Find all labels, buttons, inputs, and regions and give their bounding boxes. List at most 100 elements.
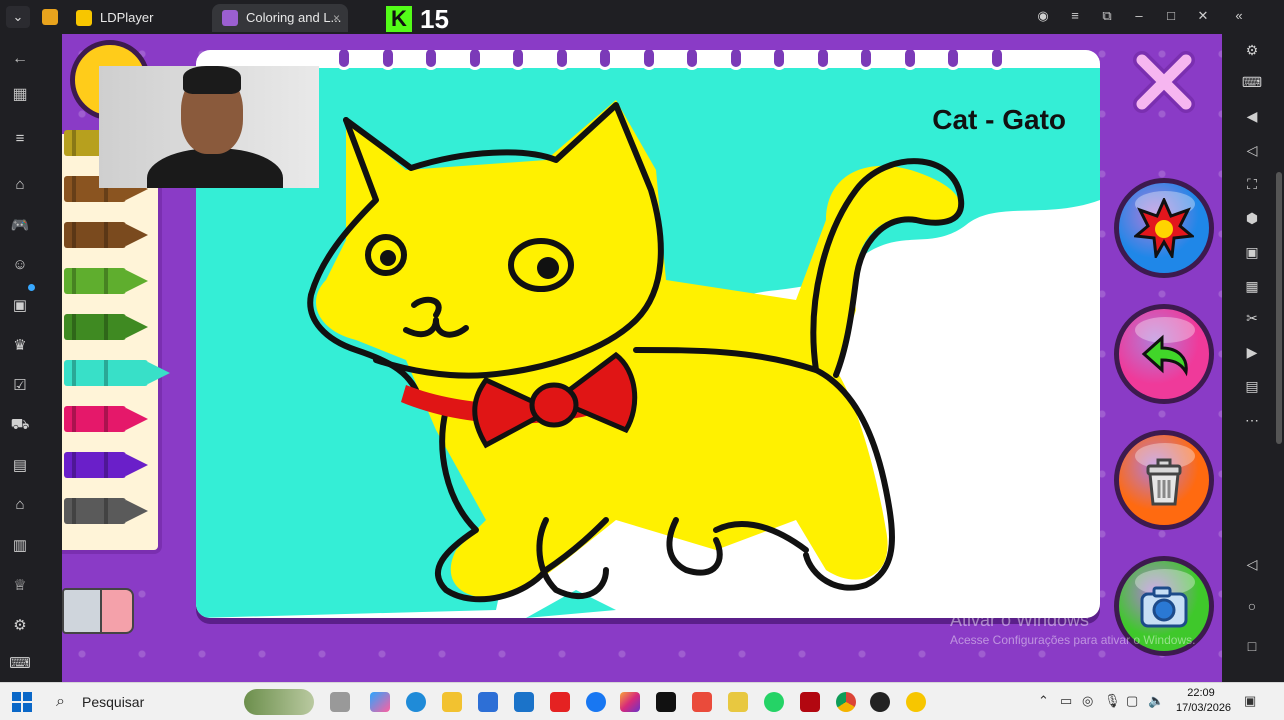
notebook-ring [771,50,787,70]
account-icon[interactable]: ◉ [1032,8,1054,24]
notebook-ring [684,50,700,70]
undo-button[interactable] [1114,304,1214,404]
eraser-tool[interactable] [62,582,134,638]
screenshot-icon[interactable]: ▣ [1240,244,1264,261]
scrollbar[interactable] [1276,172,1282,444]
notebook-ring [423,50,439,70]
stickers-button[interactable] [1114,178,1214,278]
crown-icon[interactable]: ♛ [8,336,32,354]
windows-taskbar: ⌕ Pesquisar ⌃ ▭ ◎ 🎙 ▢ 🔈 22:09 17/03/2026… [0,682,1284,720]
youtube-icon[interactable] [550,692,570,712]
store-icon[interactable]: ▣ [8,296,32,314]
apps-grid-icon[interactable]: ▦ [8,84,32,104]
watermark-line2: Acesse Configurações para ativar o Windo… [950,633,1196,647]
gift-box-icon[interactable]: ▥ [8,536,32,554]
search-highlight-image [244,689,314,715]
mic-icon[interactable]: 🎙 [1104,693,1121,709]
emulator-left-sidebar: ← ▦ ≡ ⌂ 🎮 ☺ ▣ ♛ ☑ ⛟ ▤ ⌂ ▥ ♕ ⚙ ⌨ [0,34,62,682]
keyboard-mapping-icon[interactable]: ⌨ [1240,74,1264,91]
android-back-icon[interactable]: ◁ [1240,556,1264,573]
scissors-icon[interactable]: ✂ [1240,310,1264,327]
instagram-icon[interactable] [620,692,640,712]
facebook-icon[interactable] [586,692,606,712]
tab-search-menu-button[interactable]: ⌄ [6,6,30,28]
undo-arrow-icon [1134,324,1194,389]
android-home-icon[interactable]: ○ [1240,598,1264,614]
minimize-icon[interactable]: – [1128,8,1150,23]
tab-close-icon[interactable]: × [333,4,340,32]
taskbar-clock[interactable]: 22:09 17/03/2026 [1176,686,1232,716]
obs-icon[interactable] [870,692,890,712]
tray-app-icon[interactable]: ▭ [1060,693,1072,709]
fullscreen-icon[interactable]: ⛶ [1240,176,1264,193]
clock-date: 17/03/2026 [1176,702,1232,714]
crayon-tip [126,500,148,522]
calendar-icon[interactable]: ☑ [8,376,32,394]
close-game-button[interactable] [1132,50,1196,114]
start-button[interactable] [12,692,32,712]
sticky-notes-icon[interactable] [728,692,748,712]
netflix-icon[interactable] [800,692,820,712]
browser-tabstrip: ⌄ LDPlayer Coloring and L... × K 15 ◉ ≡ … [0,0,1284,34]
home-icon[interactable]: ⌂ [8,176,32,193]
settings-icon[interactable]: ⚙ [8,616,32,634]
apk-icon[interactable]: ⬢ [1240,210,1264,227]
file-explorer-icon[interactable] [442,692,462,712]
tab-favicon-icon[interactable] [42,9,58,25]
show-hidden-icons-icon[interactable]: ⌃ [1038,693,1049,709]
taskbar-search[interactable]: ⌕ Pesquisar [50,687,320,717]
shopping-icon[interactable] [692,692,712,712]
whatsapp-icon[interactable] [764,692,784,712]
meet-icon[interactable]: ◎ [1082,693,1093,709]
streamer-hair [183,66,241,94]
tab-coloring-game[interactable]: Coloring and L... × [212,4,348,32]
tab-ldplayer[interactable]: LDPlayer [66,4,206,32]
notifications-icon[interactable]: ▣ [1244,693,1256,709]
back-arrow-icon[interactable]: ← [8,50,32,68]
trash-button[interactable] [1114,430,1214,530]
maximize-icon[interactable]: □ [1160,8,1182,23]
settings-gear-icon[interactable]: ⚙ [1240,42,1264,59]
volume-up-icon[interactable]: ◀ [1240,108,1264,125]
collapse-icon[interactable]: « [1228,8,1250,23]
webcam-overlay [99,66,319,188]
expand-icon[interactable]: ≡ [8,130,32,147]
copilot-icon[interactable] [370,692,390,712]
network-icon[interactable]: ▢ [1126,693,1138,709]
ldplayer-taskbar-icon[interactable] [906,692,926,712]
windows-activation-watermark: Ativar o Windows Acesse Configurações pa… [950,610,1195,647]
more-icon[interactable]: ⋯ [1240,412,1264,429]
viewer-count: 15 [420,3,449,34]
gift-icon[interactable]: ▤ [8,456,32,474]
chrome-icon[interactable] [836,692,856,712]
star-burst-icon [1132,196,1196,263]
x-icon[interactable] [656,692,676,712]
house-icon[interactable]: ⌂ [8,496,32,513]
notebook-ring [510,50,526,70]
menu-icon[interactable]: ≡ [1064,8,1086,23]
record-icon[interactable]: ▶ [1240,344,1264,361]
user-icon[interactable]: ☺ [8,256,32,273]
outlook-icon[interactable] [514,692,534,712]
tab-label: Coloring and L... [246,10,342,25]
trophy-icon[interactable]: ♕ [8,576,32,594]
cart-icon[interactable]: ⛟ [8,416,32,435]
close-window-icon[interactable]: ✕ [1192,8,1214,24]
gamepad-icon[interactable]: 🎮 [8,216,32,234]
clock-time: 22:09 [1187,687,1215,699]
coloring-page[interactable]: Cat - Gato [196,50,1100,618]
keyboard-icon[interactable]: ⌨ [8,654,32,672]
notebook-ring [466,50,483,70]
operation-icon[interactable]: ▦ [1240,278,1264,295]
volume-icon[interactable]: 🔈 [1148,693,1164,709]
store-icon[interactable] [478,692,498,712]
task-view-icon[interactable] [330,692,350,712]
kick-viewer-overlay: K 15 [386,4,449,34]
popout-icon[interactable]: ⧉ [1096,8,1118,24]
edge-icon[interactable] [406,692,426,712]
android-recents-icon[interactable]: □ [1240,638,1264,654]
crayon-tray [62,130,170,554]
folder-icon[interactable]: ▤ [1240,378,1264,395]
search-icon: ⌕ [56,693,65,710]
volume-down-icon[interactable]: ◁ [1240,142,1264,159]
